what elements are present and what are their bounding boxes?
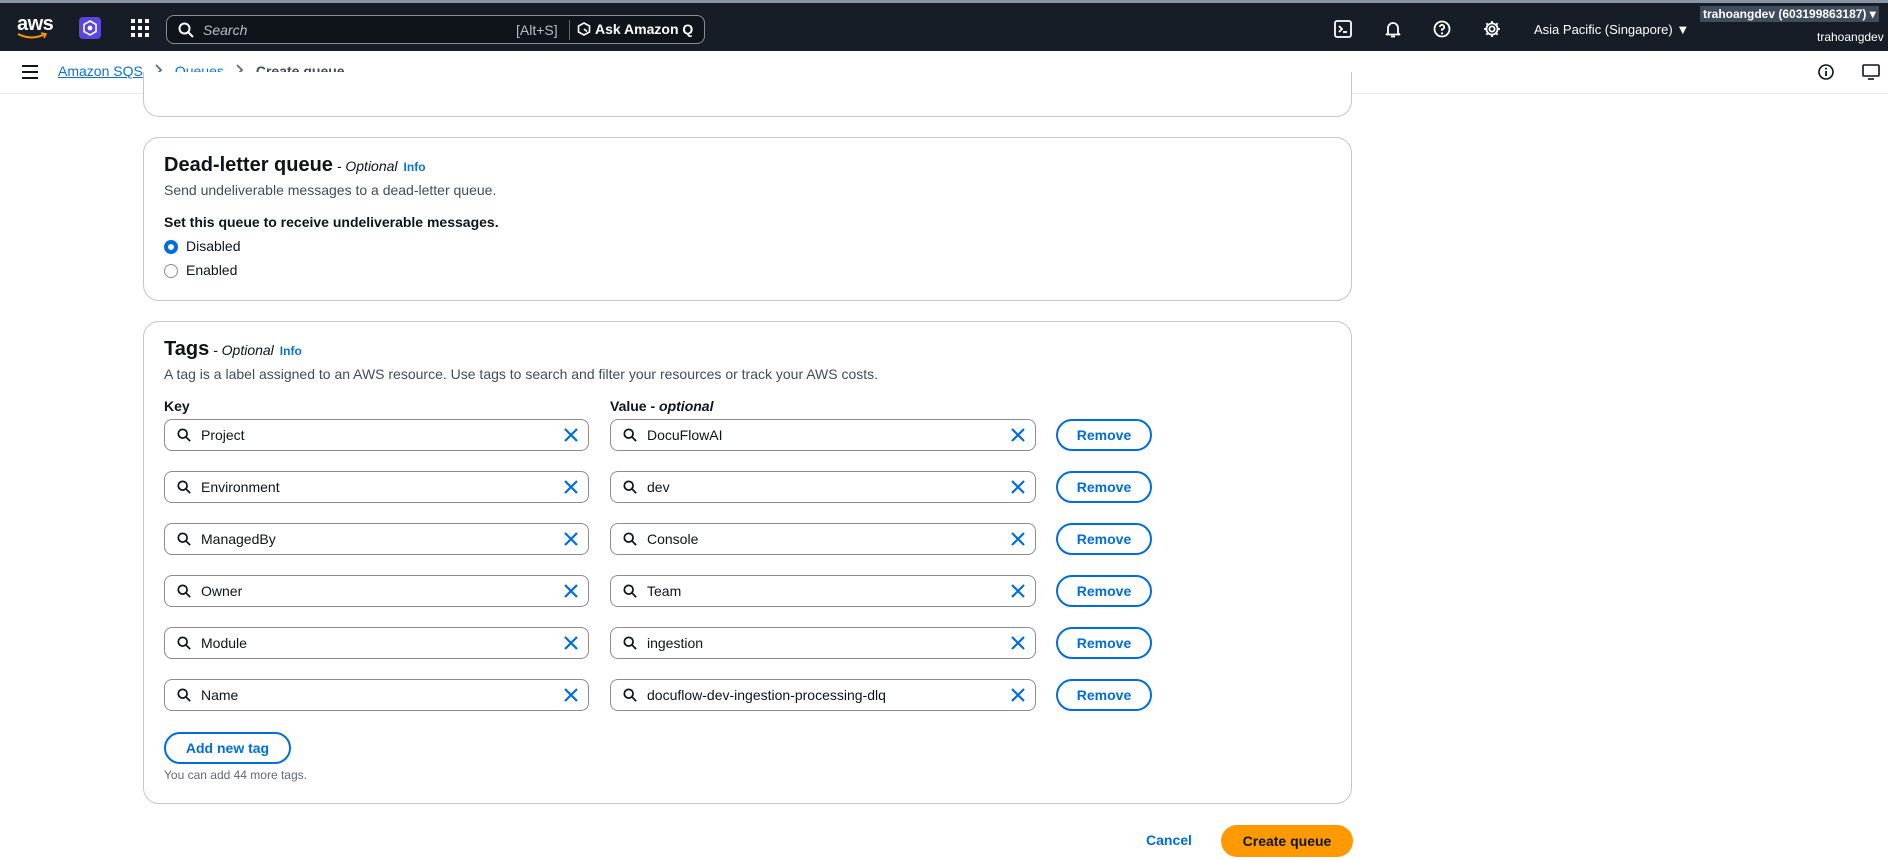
tag-value-input-value: Console — [647, 531, 699, 547]
key-column-header: Key — [164, 398, 190, 414]
global-search-input[interactable]: Search [Alt+S] Ask Amazon Q — [166, 15, 705, 44]
remove-tag-button[interactable]: Remove — [1056, 627, 1152, 659]
tag-key-input[interactable]: Owner — [164, 575, 589, 607]
tag-value-input-value: DocuFlowAI — [647, 427, 723, 443]
ask-amazon-q-button[interactable]: Ask Amazon Q — [577, 21, 693, 37]
dead-letter-title: Dead-letter queue - Optional Info — [164, 154, 426, 176]
info-icon[interactable] — [1818, 64, 1834, 85]
search-icon — [177, 480, 191, 499]
tag-key-input-value: Module — [201, 635, 247, 651]
tags-info-link[interactable]: Info — [280, 344, 302, 358]
dead-letter-info-link[interactable]: Info — [404, 160, 426, 174]
search-icon — [178, 22, 194, 43]
tag-key-input[interactable]: ManagedBy — [164, 523, 589, 555]
search-placeholder: Search — [203, 22, 248, 38]
value-column-header: Value - optional — [610, 398, 714, 414]
cloudshell-icon[interactable] — [1334, 20, 1352, 38]
account-menu[interactable]: trahoangdev (603199863187) ▾ — [1700, 6, 1879, 22]
notifications-bell-icon[interactable] — [1384, 20, 1402, 38]
breadcrumb-amazon-sqs[interactable]: Amazon SQS — [58, 63, 143, 79]
tag-key-input-value: Name — [201, 687, 239, 703]
remove-tag-button[interactable]: Remove — [1056, 679, 1152, 711]
search-icon — [623, 584, 637, 603]
region-selector[interactable]: Asia Pacific (Singapore) ▼ — [1534, 22, 1689, 37]
tag-value-input-value: ingestion — [647, 635, 704, 651]
search-icon — [177, 688, 191, 707]
tag-value-input-value: dev — [647, 479, 670, 495]
clear-icon[interactable] — [564, 636, 578, 655]
clear-icon[interactable] — [1011, 584, 1025, 603]
dead-letter-description: Send undeliverable messages to a dead-le… — [164, 182, 497, 198]
tag-key-input-value: Environment — [201, 479, 280, 495]
services-grid-icon[interactable] — [131, 19, 149, 37]
top-navigation: aws Search [Alt+S] Ask Amazon Q Asia Pac… — [0, 0, 1888, 51]
menu-icon[interactable] — [22, 65, 38, 84]
tag-key-input[interactable]: Project — [164, 419, 589, 451]
clear-icon[interactable] — [564, 480, 578, 499]
tag-limit-hint: You can add 44 more tags. — [164, 768, 307, 782]
search-icon — [177, 532, 191, 551]
clear-icon[interactable] — [1011, 688, 1025, 707]
tag-value-input[interactable]: ingestion — [610, 627, 1036, 659]
radio-disabled[interactable]: Disabled — [164, 238, 240, 254]
tag-value-input-value: Team — [647, 583, 682, 599]
search-icon — [623, 688, 637, 707]
clear-icon[interactable] — [564, 584, 578, 603]
add-new-tag-button[interactable]: Add new tag — [164, 732, 291, 764]
radio-unselected-icon — [164, 264, 178, 278]
tag-key-input-value: ManagedBy — [201, 531, 276, 547]
tag-key-input-value: Project — [201, 427, 245, 443]
tag-key-input[interactable]: Environment — [164, 471, 589, 503]
clear-icon[interactable] — [1011, 480, 1025, 499]
clear-icon[interactable] — [1011, 532, 1025, 551]
remove-tag-button[interactable]: Remove — [1056, 471, 1152, 503]
previous-section-panel — [143, 72, 1352, 117]
tag-value-input[interactable]: Console — [610, 523, 1036, 555]
search-shortcut: [Alt+S] — [516, 22, 558, 38]
search-icon — [623, 636, 637, 655]
clear-icon[interactable] — [1011, 428, 1025, 447]
clear-icon[interactable] — [1011, 636, 1025, 655]
tag-value-input[interactable]: Team — [610, 575, 1036, 607]
search-icon — [623, 428, 637, 447]
clear-icon[interactable] — [564, 688, 578, 707]
radio-selected-icon — [164, 240, 178, 254]
search-icon — [177, 428, 191, 447]
clear-icon[interactable] — [564, 428, 578, 447]
dead-letter-question: Set this queue to receive undeliverable … — [164, 214, 499, 230]
search-icon — [177, 584, 191, 603]
tag-value-input[interactable]: dev — [610, 471, 1036, 503]
radio-enabled[interactable]: Enabled — [164, 262, 237, 278]
tag-key-input-value: Owner — [201, 583, 243, 599]
sqs-service-icon[interactable] — [79, 17, 101, 39]
search-icon — [177, 636, 191, 655]
tag-key-input[interactable]: Name — [164, 679, 589, 711]
cancel-button[interactable]: Cancel — [1146, 832, 1192, 848]
search-icon — [623, 532, 637, 551]
amazon-q-icon — [577, 22, 591, 36]
tags-description: A tag is a label assigned to an AWS reso… — [164, 366, 879, 382]
settings-gear-icon[interactable] — [1483, 20, 1501, 38]
tag-key-input[interactable]: Module — [164, 627, 589, 659]
tag-value-input[interactable]: DocuFlowAI — [610, 419, 1036, 451]
tags-title: Tags - Optional Info — [164, 338, 302, 360]
remove-tag-button[interactable]: Remove — [1056, 523, 1152, 555]
remove-tag-button[interactable]: Remove — [1056, 419, 1152, 451]
aws-logo[interactable]: aws — [15, 12, 55, 42]
search-icon — [623, 480, 637, 499]
user-label: trahoangdev — [1817, 30, 1884, 44]
tags-panel: Tags - Optional Info A tag is a label ass… — [143, 321, 1352, 804]
help-icon[interactable] — [1433, 20, 1451, 38]
dead-letter-queue-panel: Dead-letter queue - Optional Info Send un… — [143, 137, 1352, 301]
clear-icon[interactable] — [564, 532, 578, 551]
monitor-icon[interactable] — [1862, 64, 1880, 85]
search-divider — [569, 20, 570, 40]
remove-tag-button[interactable]: Remove — [1056, 575, 1152, 607]
tag-value-input-value: docuflow-dev-ingestion-processing-dlq — [647, 687, 886, 703]
create-queue-button[interactable]: Create queue — [1221, 825, 1353, 857]
tag-value-input[interactable]: docuflow-dev-ingestion-processing-dlq — [610, 679, 1036, 711]
